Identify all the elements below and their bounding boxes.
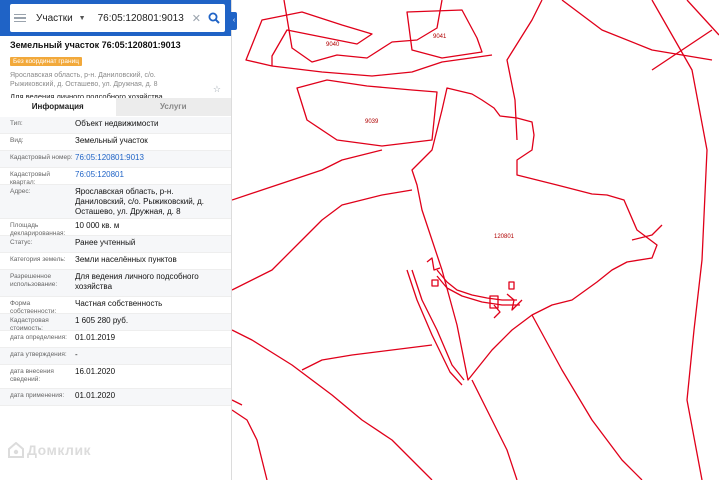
- tab-bar: Информация Услуги: [0, 98, 231, 116]
- info-row-key: дата внесения сведений:: [10, 368, 54, 383]
- map-canvas[interactable]: 9040 9041 9039 120801: [232, 0, 719, 480]
- building: [431, 279, 439, 287]
- parcel-boundary: [232, 409, 268, 480]
- parcel-boundary: [506, 0, 543, 141]
- layer-select-label: Участки: [36, 12, 73, 24]
- info-row-value: Земли населённых пунктов: [75, 255, 177, 264]
- building: [493, 304, 501, 319]
- info-row-key: дата применения:: [10, 392, 65, 399]
- info-row: Тип: Объект недвижимости: [0, 117, 231, 134]
- info-row-value: Земельный участок: [75, 136, 148, 145]
- parcel-label-9041: 9041: [433, 34, 447, 40]
- info-row-key: Статус:: [10, 239, 33, 246]
- parcel-boundary: [232, 149, 383, 201]
- parcel-boundary: [271, 54, 493, 77]
- building: [508, 281, 515, 290]
- info-row-key: Адрес:: [10, 188, 31, 195]
- info-row: дата внесения сведений: 16.01.2020: [0, 365, 231, 389]
- info-row: Кадастровый номер: 76:05:120801:9013: [0, 151, 231, 168]
- app-root: 9040 9041 9039 120801 Участки ▼ 76:05:12…: [0, 0, 719, 480]
- tab-services[interactable]: Услуги: [115, 98, 231, 116]
- search-bar: Участки ▼ 76:05:120801:9013 ✕: [0, 0, 231, 36]
- info-row: дата определения: 01.01.2019: [0, 331, 231, 348]
- search-box: Участки ▼ 76:05:120801:9013 ✕: [10, 4, 225, 32]
- info-row-value: 1 605 280 руб.: [75, 316, 129, 325]
- info-row-key: дата определения:: [10, 334, 67, 341]
- info-row: дата утверждения: -: [0, 348, 231, 365]
- info-row-key: Форма собственности:: [10, 300, 57, 315]
- search-icon[interactable]: [207, 11, 221, 25]
- parcel-label-9040: 9040: [326, 42, 340, 48]
- info-row-key: дата утверждения:: [10, 351, 67, 358]
- parcel-120801: [411, 87, 658, 381]
- info-row-key: Кадастровый номер:: [10, 154, 73, 161]
- parcel-boundary: [561, 0, 713, 61]
- info-row-value: -: [75, 350, 78, 359]
- info-row: дата применения: 01.01.2020: [0, 389, 231, 406]
- info-row: Форма собственности: Частная собственност…: [0, 297, 231, 315]
- parcel-header: Земельный участок 76:05:120801:9013 Без …: [0, 36, 231, 101]
- info-row-value: Ярославская область, р-н. Даниловский, с…: [75, 187, 204, 216]
- info-table: Тип: Объект недвижимости Вид: Земельный уча…: [0, 117, 231, 406]
- info-panel: Участки ▼ 76:05:120801:9013 ✕ Земельный …: [0, 0, 232, 480]
- info-row: Категория земель: Земли населённых пункто…: [0, 253, 231, 270]
- close-icon[interactable]: ✕: [192, 12, 201, 25]
- parcel-9040: [245, 11, 373, 67]
- info-row-key: Вид:: [10, 137, 24, 144]
- parcel-label-120801: 120801: [494, 234, 515, 240]
- info-row: Вид: Земельный участок: [0, 134, 231, 151]
- parcel-boundary: [651, 29, 713, 71]
- info-row-value: 01.01.2020: [75, 391, 116, 400]
- collapse-panel-button[interactable]: ‹: [231, 12, 237, 30]
- status-badge: Без координат границ: [10, 57, 82, 66]
- info-row-key: Разрешенное использование:: [10, 273, 58, 288]
- info-row-value: Частная собственность: [75, 299, 163, 308]
- info-row-value: Для ведения личного подсобного хозяйства: [75, 272, 199, 291]
- info-row: Разрешенное использование: Для ведения ли…: [0, 270, 231, 297]
- parcel-label-9039: 9039: [365, 119, 379, 125]
- info-row-key: Площадь декларированная:: [10, 222, 66, 237]
- info-row-value: Объект недвижимости: [75, 119, 159, 128]
- parcel-boundary: [686, 0, 719, 36]
- parcel-9039: [296, 79, 438, 147]
- cadastral-map[interactable]: 9040 9041 9039 120801: [232, 0, 719, 480]
- info-row-key: Категория земель:: [10, 256, 66, 263]
- parcel-address-short: Ярославская область, р-н. Даниловский, с…: [10, 72, 158, 88]
- parcel-boundary: [531, 314, 643, 480]
- building: [506, 293, 523, 311]
- info-row-link[interactable]: 76:05:120801: [75, 168, 231, 184]
- domclick-logo-icon: [8, 442, 24, 458]
- parcel-boundary: [471, 379, 518, 480]
- tab-information[interactable]: Информация: [0, 98, 116, 116]
- parcel-title: Земельный участок 76:05:120801:9013: [10, 40, 181, 50]
- info-row-value: Ранее учтенный: [75, 238, 136, 247]
- info-row-key: Кадастровый квартал:: [10, 171, 51, 186]
- info-row: Статус: Ранее учтенный: [0, 236, 231, 253]
- watermark-text: Домклик: [27, 442, 92, 458]
- info-row: Площадь декларированная: 10 000 кв. м: [0, 219, 231, 237]
- info-row: Кадастровая стоимость: 1 605 280 руб.: [0, 314, 231, 332]
- info-row: Кадастровый квартал: 76:05:120801: [0, 168, 231, 186]
- info-row-link[interactable]: 76:05:120801:9013: [75, 151, 231, 167]
- info-row-value: 16.01.2020: [75, 367, 116, 376]
- building: [489, 295, 499, 309]
- parcel-boundary: [651, 0, 708, 480]
- parcel-boundary: [301, 344, 433, 371]
- info-row-key: Тип:: [10, 120, 23, 127]
- info-row: Адрес: Ярославская область, р-н. Даниловс…: [0, 185, 231, 219]
- star-icon[interactable]: ☆: [213, 84, 221, 95]
- search-input[interactable]: 76:05:120801:9013: [98, 13, 186, 24]
- menu-icon[interactable]: [14, 13, 26, 23]
- chevron-down-icon: ▼: [78, 14, 86, 22]
- info-row-key: Кадастровая стоимость:: [10, 317, 49, 332]
- domclick-watermark: Домклик: [8, 442, 91, 458]
- parcel-boundary: [232, 399, 243, 406]
- layer-select[interactable]: Участки ▼: [36, 13, 86, 24]
- info-row-value: 10 000 кв. м: [75, 221, 120, 230]
- info-row-value: 01.01.2019: [75, 333, 116, 342]
- parcel-boundary: [232, 189, 413, 291]
